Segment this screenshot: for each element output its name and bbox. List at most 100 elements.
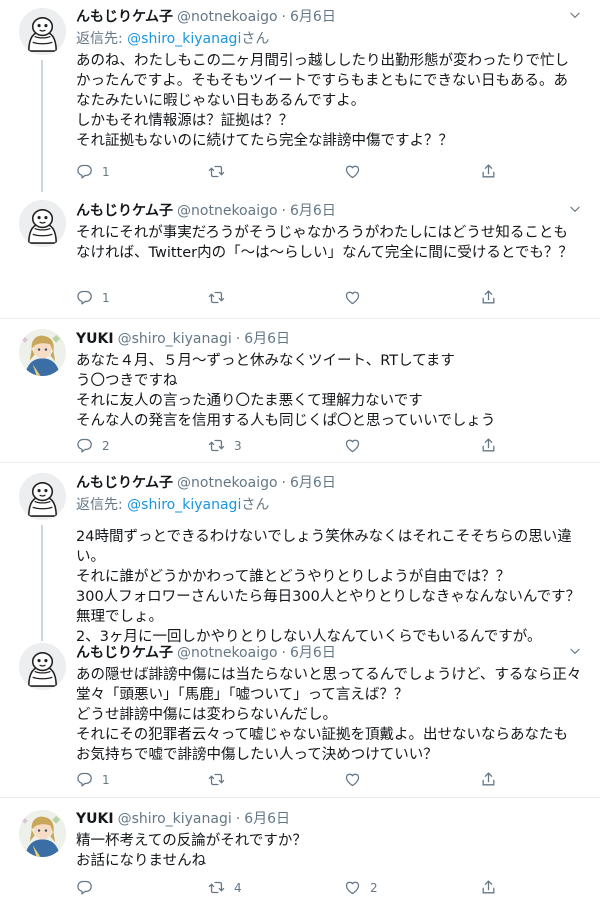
reply-button[interactable]: 1 <box>76 289 110 306</box>
like-icon <box>344 289 361 306</box>
tweet-actions: 2 3 <box>76 437 496 455</box>
retweet-button[interactable] <box>208 771 234 788</box>
tweet-date[interactable]: 6月6日 <box>290 202 336 221</box>
tweet-date[interactable]: 6月6日 <box>290 474 336 493</box>
user-handle[interactable]: @notnekoaigo <box>177 8 278 27</box>
like-button[interactable]: 2 <box>344 879 378 896</box>
tweet-header: んもじりケム子 @notnekoaigo · 6月6日 <box>76 474 582 493</box>
tweet-date[interactable]: 6月6日 <box>290 644 336 663</box>
separator-dot: · <box>281 9 286 25</box>
share-icon <box>480 771 497 788</box>
avatar-mascot <box>19 643 66 690</box>
display-name[interactable]: YUKI <box>76 330 114 349</box>
user-handle[interactable]: @notnekoaigo <box>177 202 278 221</box>
tweet-text: あの隠せば誹謗中傷には当たらないと思ってるんでしょうけど、するなら正々堂々「頭悪… <box>76 667 582 763</box>
share-button[interactable] <box>480 163 497 180</box>
avatar-anime <box>19 329 66 376</box>
avatar[interactable] <box>19 643 66 690</box>
display-name[interactable]: んもじりケム子 <box>76 474 173 493</box>
tweet-text: あなた４月、５月〜ずっと休みなくツイート、RTしてます う〇つきですね それに友… <box>76 353 496 429</box>
user-handle[interactable]: @notnekoaigo <box>177 644 278 663</box>
tweet-header: んもじりケム子 @notnekoaigo · 6月6日 <box>76 202 582 221</box>
reply-icon <box>76 771 93 788</box>
share-icon <box>480 289 497 306</box>
separator-dot: · <box>235 811 241 827</box>
tweet-timeline: んもじりケム子 @notnekoaigo · 6月6日 返信先: @shiro_… <box>0 0 600 909</box>
avatar[interactable] <box>19 8 66 55</box>
tweet-5[interactable]: んもじりケム子 @notnekoaigo · 6月6日 あの隠せば誹謗中傷には当… <box>0 641 600 797</box>
tweet-date[interactable]: 6月6日 <box>244 330 290 349</box>
tweet-1[interactable]: んもじりケム子 @notnekoaigo · 6月6日 返信先: @shiro_… <box>0 0 600 192</box>
avatar[interactable] <box>19 473 66 520</box>
like-icon <box>344 163 361 180</box>
reply-icon <box>76 163 93 180</box>
user-handle[interactable]: @shiro_kiyanagi <box>118 330 232 349</box>
retweet-button[interactable] <box>208 289 234 306</box>
tweet-text: 精一杯考えての反論がそれですか？ お話になりませんね <box>76 833 307 869</box>
retweet-icon <box>208 437 225 454</box>
thread-line <box>41 525 43 641</box>
tweet-actions: 1 <box>76 163 496 181</box>
caret-down-icon[interactable] <box>568 8 582 22</box>
share-icon <box>480 437 497 454</box>
retweet-icon <box>208 163 225 180</box>
like-button[interactable] <box>344 289 370 306</box>
caret-down-icon[interactable] <box>568 644 582 658</box>
share-icon <box>480 879 497 896</box>
share-button[interactable] <box>480 289 497 306</box>
like-icon <box>344 771 361 788</box>
user-handle[interactable]: @shiro_kiyanagi <box>118 810 232 829</box>
retweet-icon <box>208 289 225 306</box>
avatar[interactable] <box>19 200 66 247</box>
display-name[interactable]: YUKI <box>76 810 114 829</box>
retweet-button[interactable]: 3 <box>208 437 242 454</box>
user-handle[interactable]: @notnekoaigo <box>177 474 278 493</box>
thread-line <box>41 60 43 192</box>
replying-mention-link[interactable]: @shiro_kiyanagi <box>127 31 241 47</box>
replying-mention-link[interactable]: @shiro_kiyanagi <box>127 497 241 513</box>
tweet-3[interactable]: YUKI @shiro_kiyanagi · 6月6日 あなた４月、５月〜ずっと… <box>0 319 600 461</box>
reply-button[interactable]: 1 <box>76 771 110 788</box>
replying-to: 返信先: @shiro_kiyanagiさん <box>76 29 582 49</box>
replying-suffix: さん <box>241 497 270 513</box>
avatar[interactable] <box>19 329 66 376</box>
like-button[interactable] <box>344 437 370 454</box>
like-icon <box>344 437 361 454</box>
retweet-button[interactable] <box>208 163 234 180</box>
replying-prefix: 返信先: <box>76 31 128 47</box>
separator-dot: · <box>281 475 286 491</box>
avatar-mascot <box>19 200 66 247</box>
tweet-6[interactable]: YUKI @shiro_kiyanagi · 6月6日 精一杯考えての反論がそれ… <box>0 798 600 909</box>
tweet-header: YUKI @shiro_kiyanagi · 6月6日 <box>76 330 582 349</box>
display-name[interactable]: んもじりケム子 <box>76 8 173 27</box>
separator-dot: · <box>281 203 286 219</box>
tweet-date[interactable]: 6月6日 <box>244 810 290 829</box>
tweet-actions: 1 <box>76 289 496 307</box>
display-name[interactable]: んもじりケム子 <box>76 202 173 221</box>
share-button[interactable] <box>480 879 497 896</box>
tweet-2[interactable]: んもじりケム子 @notnekoaigo · 6月6日 それにそれが事実だろうが… <box>0 192 600 316</box>
reply-count: 2 <box>102 438 110 453</box>
replying-suffix: さん <box>241 31 270 47</box>
tweet-header: んもじりケム子 @notnekoaigo · 6月6日 <box>76 644 582 663</box>
reply-button[interactable]: 1 <box>76 163 110 180</box>
tweet-text: それにそれが事実だろうがそうじゃなかろうがわたしにはどうせ知ることもなければ、T… <box>76 225 573 261</box>
share-button[interactable] <box>480 437 497 454</box>
separator-dot: · <box>281 645 286 661</box>
tweet-text: あのね、わたしもこの二ヶ月間引っ越ししたり出勤形態が変わったりで忙しかったんです… <box>76 53 569 149</box>
share-button[interactable] <box>480 771 497 788</box>
tweet-actions: 1 <box>76 771 496 789</box>
tweet-date[interactable]: 6月6日 <box>290 8 336 27</box>
reply-button[interactable] <box>76 879 102 896</box>
like-count: 2 <box>370 880 378 895</box>
tweet-4[interactable]: んもじりケム子 @notnekoaigo · 6月6日 返信先: @shiro_… <box>0 463 600 645</box>
reply-count: 1 <box>102 772 110 787</box>
reply-button[interactable]: 2 <box>76 437 110 454</box>
like-button[interactable] <box>344 163 370 180</box>
retweet-button[interactable]: 4 <box>208 879 242 896</box>
like-button[interactable] <box>344 771 370 788</box>
reply-icon <box>76 289 93 306</box>
display-name[interactable]: んもじりケム子 <box>76 644 173 663</box>
avatar[interactable] <box>19 810 66 857</box>
caret-down-icon[interactable] <box>568 202 582 216</box>
